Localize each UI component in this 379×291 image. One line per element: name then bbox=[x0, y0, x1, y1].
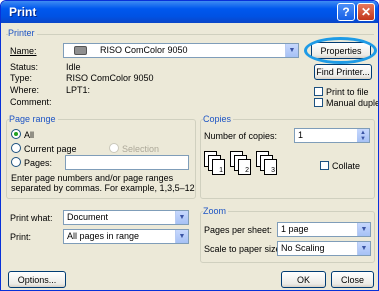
print-dialog: Print ? ✕ Printer Name: RISO ComColor 90… bbox=[0, 0, 379, 291]
print-what-value: Document bbox=[67, 212, 109, 222]
chevron-down-icon: ▼ bbox=[357, 223, 370, 236]
scale-label: Scale to paper size: bbox=[204, 244, 284, 254]
collate-label[interactable]: Collate bbox=[332, 161, 360, 171]
current-page-label[interactable]: Current page bbox=[24, 144, 77, 154]
where-value: LPT1: bbox=[66, 85, 91, 95]
pages-per-sheet-value: 1 page bbox=[281, 224, 309, 234]
page-number: 2 bbox=[245, 167, 249, 174]
properties-highlight bbox=[304, 37, 377, 64]
window-title: Print bbox=[9, 5, 37, 19]
spinner-icon[interactable]: ▲ ▼ bbox=[357, 129, 369, 142]
pages-radio[interactable] bbox=[11, 157, 21, 167]
number-of-copies-value: 1 bbox=[298, 130, 304, 140]
print-to-file-label[interactable]: Print to file bbox=[326, 87, 369, 97]
print-what-select[interactable]: Document ▼ bbox=[63, 210, 189, 225]
page-icon: 2 bbox=[238, 159, 251, 175]
close-icon[interactable]: ✕ bbox=[357, 3, 375, 21]
ok-label: OK bbox=[296, 274, 310, 285]
comment-label: Comment: bbox=[10, 97, 52, 107]
selection-radio bbox=[109, 143, 119, 153]
page-icon: 1 bbox=[212, 159, 225, 175]
printer-icon bbox=[74, 46, 87, 55]
copies-group-title: Copies bbox=[203, 114, 234, 124]
chevron-down-icon: ▼ bbox=[175, 230, 188, 243]
type-value: RISO ComColor 9050 bbox=[66, 73, 154, 83]
print-range-value: All pages in range bbox=[67, 231, 140, 241]
printer-group-title: Printer bbox=[8, 28, 37, 38]
number-of-copies-input[interactable]: 1 ▲ ▼ bbox=[294, 128, 370, 143]
pages-label[interactable]: Pages: bbox=[24, 158, 52, 168]
all-label[interactable]: All bbox=[24, 130, 34, 140]
print-label: Print: bbox=[10, 232, 32, 242]
pages-help-line-2: separated by commas. For example, 1,3,5–… bbox=[11, 183, 195, 193]
pages-input[interactable] bbox=[65, 155, 189, 170]
status-value: Idle bbox=[66, 62, 81, 72]
current-page-radio[interactable] bbox=[11, 143, 21, 153]
help-icon[interactable]: ? bbox=[337, 3, 355, 21]
chevron-down-icon: ▼ bbox=[285, 44, 298, 57]
close-button[interactable]: Close bbox=[331, 271, 374, 288]
scale-select[interactable]: No Scaling ▼ bbox=[277, 241, 371, 256]
title-bar: Print ? ✕ bbox=[1, 1, 378, 23]
find-printer-button[interactable]: Find Printer... bbox=[314, 64, 372, 80]
manual-duplex-checkbox[interactable] bbox=[314, 98, 323, 107]
collate-checkbox[interactable] bbox=[320, 161, 329, 170]
pages-help-line-1: Enter page numbers and/or page ranges bbox=[11, 173, 174, 183]
all-radio[interactable] bbox=[11, 129, 21, 139]
options-button[interactable]: Options... bbox=[8, 271, 66, 288]
page-number: 1 bbox=[219, 167, 223, 174]
pages-per-sheet-select[interactable]: 1 page ▼ bbox=[277, 222, 371, 237]
chevron-down-icon: ▼ bbox=[175, 211, 188, 224]
find-printer-label: Find Printer... bbox=[316, 67, 370, 77]
print-range-select[interactable]: All pages in range ▼ bbox=[63, 229, 189, 244]
manual-duplex-label[interactable]: Manual duplex bbox=[326, 98, 378, 108]
status-label: Status: bbox=[10, 62, 39, 72]
type-label: Type: bbox=[10, 73, 33, 83]
print-what-label: Print what: bbox=[10, 213, 53, 223]
page-number: 3 bbox=[271, 167, 275, 174]
printer-name-value: RISO ComColor 9050 bbox=[100, 45, 188, 55]
scale-value: No Scaling bbox=[281, 243, 325, 253]
print-to-file-checkbox[interactable] bbox=[314, 87, 323, 96]
printer-name-label: Name: bbox=[10, 46, 37, 56]
printer-name-select[interactable]: RISO ComColor 9050 ▼ bbox=[63, 43, 299, 58]
number-of-copies-label: Number of copies: bbox=[204, 131, 278, 141]
close-label: Close bbox=[340, 274, 364, 285]
pages-per-sheet-label: Pages per sheet: bbox=[204, 225, 273, 235]
where-label: Where: bbox=[10, 85, 40, 95]
page-range-group-title: Page range bbox=[9, 114, 58, 124]
page-icon: 3 bbox=[264, 159, 277, 175]
selection-label: Selection bbox=[122, 144, 160, 154]
ok-button[interactable]: OK bbox=[281, 271, 326, 288]
chevron-down-icon: ▼ bbox=[357, 242, 370, 255]
zoom-group-title: Zoom bbox=[203, 206, 229, 216]
options-label: Options... bbox=[17, 274, 57, 285]
